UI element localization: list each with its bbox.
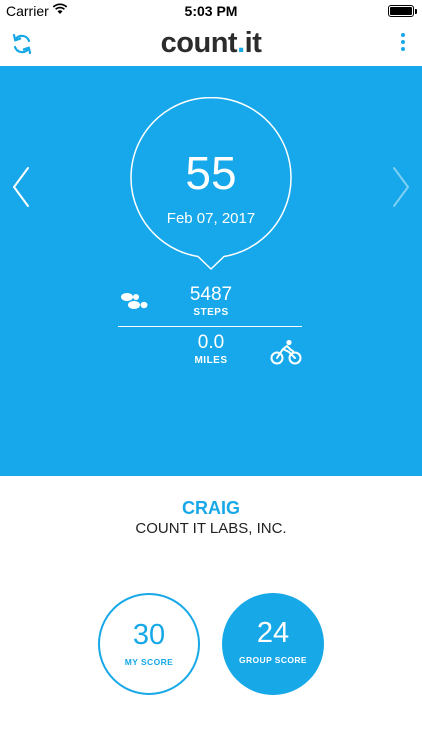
daily-summary-panel: 55 Feb 07, 2017 5487 STEPS 0.0 MILES <box>0 66 422 476</box>
status-time: 5:03 PM <box>184 3 238 19</box>
app-screen: Carrier 5:03 PM count.it 55 Feb 07, 2017… <box>0 0 422 750</box>
app-logo: count.it <box>0 27 422 60</box>
group-score-circle[interactable]: 24 GROUP SCORE <box>222 593 324 695</box>
miles-value: 0.0 <box>197 332 225 353</box>
logo-prefix: count <box>160 27 238 59</box>
footprints-icon <box>121 293 148 309</box>
steps-label: STEPS <box>193 307 229 318</box>
menu-dot <box>401 40 405 44</box>
score-date: Feb 07, 2017 <box>166 210 256 227</box>
steps-value: 5487 <box>189 284 233 305</box>
my-score-label: MY SCORE <box>124 657 174 667</box>
my-score-value: 30 <box>132 619 166 651</box>
chevron-right-icon[interactable] <box>386 162 416 212</box>
daily-score: 55 <box>185 147 237 199</box>
more-menu-button[interactable] <box>398 33 408 55</box>
cyclist-icon <box>270 339 302 365</box>
user-name: CRAIG <box>182 498 240 518</box>
miles-label: MILES <box>194 355 228 366</box>
my-score-circle[interactable]: 30 MY SCORE <box>98 593 200 695</box>
battery-icon <box>388 5 417 17</box>
menu-dot <box>401 47 405 51</box>
nav-bar: count.it <box>0 22 422 66</box>
logo-dot: . <box>237 27 245 59</box>
chevron-left-icon[interactable] <box>6 162 36 212</box>
group-score-value: 24 <box>256 617 290 649</box>
menu-dot <box>401 33 405 37</box>
company-name: COUNT IT LABS, INC. <box>135 520 287 537</box>
group-score-label: GROUP SCORE <box>238 655 307 665</box>
battery-fill <box>390 7 412 15</box>
stats-divider <box>118 326 302 327</box>
status-bar: Carrier 5:03 PM <box>0 0 422 22</box>
logo-suffix: it <box>244 27 262 59</box>
